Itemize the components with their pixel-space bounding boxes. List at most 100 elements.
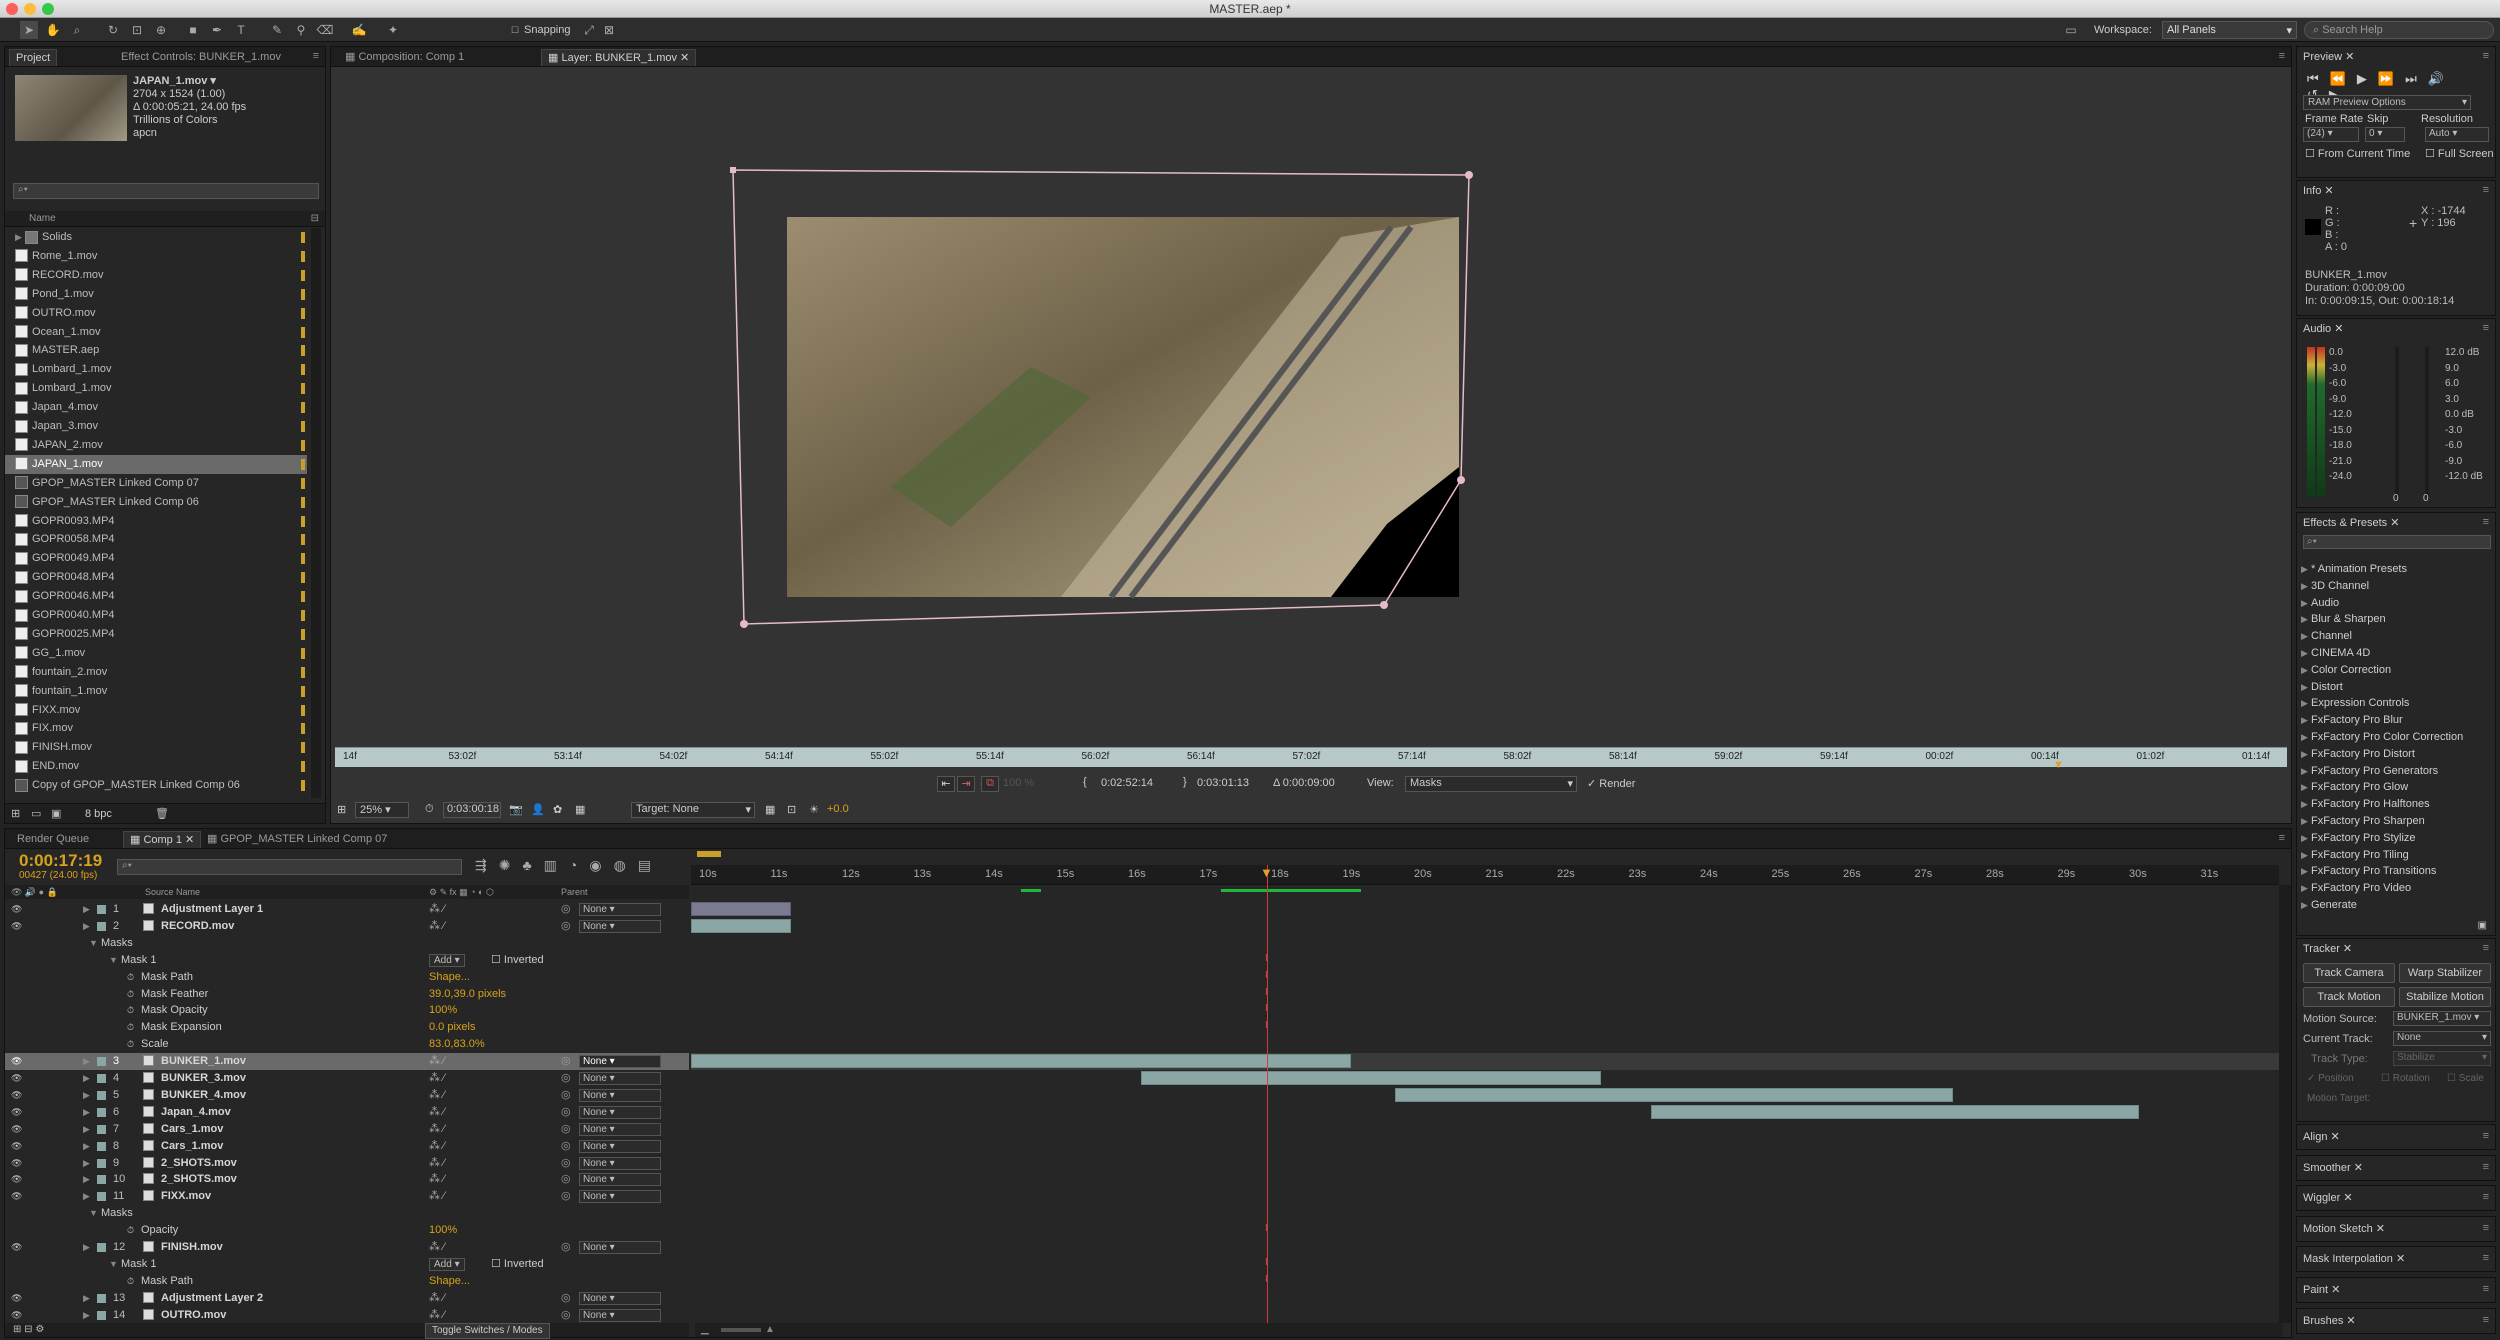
expand-triangle-icon[interactable]: ▶ xyxy=(83,1138,93,1155)
visibility-eye-icon[interactable]: 👁 xyxy=(11,1104,22,1121)
pan-behind-tool-icon[interactable]: ⊕ xyxy=(152,21,170,39)
property-row[interactable]: ⏱ Mask Path Shape... xyxy=(5,1273,689,1290)
stopwatch-icon[interactable]: ⏱ xyxy=(127,1036,134,1053)
stopwatch-icon[interactable]: ⏱ xyxy=(127,1222,134,1239)
collapsed-panel-menu-icon[interactable]: ≡ xyxy=(2483,1161,2489,1173)
eraser-tool-icon[interactable]: ⌫ xyxy=(316,21,334,39)
set-out-point-icon[interactable]: ⇥ xyxy=(957,776,975,792)
layer-name[interactable]: Cars_1.mov xyxy=(161,1121,223,1138)
audio-menu-icon[interactable]: ≡ xyxy=(2483,322,2489,334)
parent-dropdown[interactable]: None ▾ xyxy=(579,919,661,933)
warp-stabilizer-button[interactable]: Warp Stabilizer xyxy=(2399,963,2491,983)
toggle-switches-modes-button[interactable]: Toggle Switches / Modes xyxy=(425,1323,550,1339)
pick-whip-icon[interactable]: ◎ xyxy=(561,1155,571,1172)
expand-triangle-icon[interactable]: ▶ xyxy=(2301,628,2311,645)
layer-name[interactable]: BUNKER_1.mov xyxy=(161,1053,246,1070)
effects-category-item[interactable]: ▶ FxFactory Pro Halftones xyxy=(2301,796,2430,813)
layer-row[interactable]: 👁 ▶ 4 BUNKER_3.mov ⁂ ⁄ ◎ None ▾ xyxy=(5,1070,689,1087)
label-color-swatch[interactable] xyxy=(97,1124,106,1134)
zoom-slider[interactable] xyxy=(721,1328,761,1332)
audio-icon[interactable]: 🔊 xyxy=(2428,71,2455,86)
expand-triangle-icon[interactable]: ▶ xyxy=(83,1155,93,1172)
list-item[interactable]: Lombard_1.mov xyxy=(5,379,307,398)
expand-triangle-icon[interactable]: ▶ xyxy=(83,1087,93,1104)
pen-tool-icon[interactable]: ✒ xyxy=(208,21,226,39)
effects-category-item[interactable]: ▶ CINEMA 4D xyxy=(2301,645,2370,662)
expand-triangle-icon[interactable]: ▶ xyxy=(2301,695,2311,712)
list-item[interactable]: fountain_1.mov xyxy=(5,682,307,701)
effects-category-item[interactable]: ▶ FxFactory Pro Color Correction xyxy=(2301,729,2463,746)
list-item[interactable]: FINISH.mov xyxy=(5,738,307,757)
parent-dropdown[interactable]: None ▾ xyxy=(579,1088,661,1102)
expand-triangle-icon[interactable]: ▶ xyxy=(83,1239,93,1256)
expand-triangle-icon[interactable]: ▶ xyxy=(83,1290,93,1307)
stopwatch-icon[interactable]: ⏱ xyxy=(127,986,134,1003)
effects-category-item[interactable]: ▶ Generate xyxy=(2301,897,2357,914)
property-value[interactable]: 83.0,83.0% xyxy=(429,1036,485,1053)
visibility-eye-icon[interactable]: 👁 xyxy=(11,1155,22,1172)
track-camera-button[interactable]: Track Camera xyxy=(2303,963,2395,983)
collapsed-panel-title[interactable]: Wiggler ✕ xyxy=(2303,1188,2353,1208)
stopwatch-icon[interactable]: ⏱ xyxy=(127,1273,134,1290)
footage-name[interactable]: JAPAN_1.mov ▾ xyxy=(133,75,246,88)
hand-tool-icon[interactable]: ✋ xyxy=(44,21,62,39)
list-item[interactable]: RECORD.mov xyxy=(5,266,307,285)
zoom-tool-icon[interactable]: ⌕ xyxy=(68,21,86,39)
layer-name[interactable]: BUNKER_4.mov xyxy=(161,1087,246,1104)
expand-triangle-icon[interactable]: ▶ xyxy=(2301,779,2311,796)
stabilize-motion-button[interactable]: Stabilize Motion xyxy=(2399,987,2491,1007)
ripple-insert-icon[interactable]: ⧉ xyxy=(981,776,999,792)
pick-whip-icon[interactable]: ◎ xyxy=(561,1121,571,1138)
expand-triangle-icon[interactable]: ▶ xyxy=(83,1121,93,1138)
effects-category-item[interactable]: ▶ FxFactory Pro Blur xyxy=(2301,712,2403,729)
first-frame-icon[interactable]: ⏮ xyxy=(2307,71,2330,86)
visibility-eye-icon[interactable]: 👁 xyxy=(11,1138,22,1155)
layer-name[interactable]: FINISH.mov xyxy=(161,1239,223,1256)
list-item[interactable]: Rome_1.mov xyxy=(5,247,307,266)
layer-switches[interactable]: ⁂ ⁄ xyxy=(429,1104,445,1121)
list-item[interactable]: JAPAN_1.mov xyxy=(5,454,307,474)
pick-whip-icon[interactable]: ◎ xyxy=(561,1188,571,1205)
property-row[interactable]: ⏱ Mask Expansion 0.0 pixels xyxy=(5,1019,689,1036)
layer-name[interactable]: 2_SHOTS.mov xyxy=(161,1155,237,1172)
label-color-swatch[interactable] xyxy=(301,477,305,489)
selection-tool-icon[interactable]: ➤ xyxy=(20,21,38,39)
pick-whip-icon[interactable]: ◎ xyxy=(561,1171,571,1188)
viewer-menu-icon[interactable]: ≡ xyxy=(2279,50,2285,62)
always-preview-icon[interactable]: ⊞ xyxy=(337,803,346,816)
stopwatch-icon[interactable]: ⏱ xyxy=(127,1002,134,1019)
comp-mini-flowchart-icon[interactable]: ⇶ xyxy=(475,857,499,873)
list-item[interactable]: OUTRO.mov xyxy=(5,304,307,323)
collapsed-panel-title[interactable]: Paint ✕ xyxy=(2303,1280,2340,1300)
label-color-swatch[interactable] xyxy=(97,1310,106,1320)
skip-dropdown[interactable]: 0 ▾ xyxy=(2365,127,2405,142)
label-color-swatch[interactable] xyxy=(97,1107,106,1117)
property-row[interactable]: ▼ Mask 1 Add ▾ ☐ Inverted xyxy=(5,952,689,969)
visibility-eye-icon[interactable]: 👁 xyxy=(11,1053,22,1070)
panel-menu-icon[interactable]: ≡ xyxy=(313,50,319,62)
minimize-window-icon[interactable] xyxy=(24,3,36,15)
zoom-in-icon[interactable]: ▲ xyxy=(765,1323,775,1337)
layer-switches[interactable]: ⁂ ⁄ xyxy=(429,1087,445,1104)
clone-stamp-tool-icon[interactable]: ⚲ xyxy=(292,21,310,39)
rotate-tool-icon[interactable]: ↻ xyxy=(104,21,122,39)
layer-row[interactable]: 👁 ▶ 14 OUTRO.mov ⁂ ⁄ ◎ None ▾ xyxy=(5,1307,689,1323)
new-folder-icon[interactable]: ▭ xyxy=(31,804,41,824)
label-color-swatch[interactable] xyxy=(97,1293,106,1303)
stopwatch-icon[interactable]: ⏱ xyxy=(127,1019,134,1036)
expand-icon[interactable]: ⊞ ⊟ ⚙ xyxy=(13,1323,44,1337)
list-item[interactable]: Ocean_1.mov xyxy=(5,323,307,342)
label-color-swatch[interactable] xyxy=(301,628,305,640)
work-area-handles[interactable] xyxy=(691,851,2279,857)
mask-vertex[interactable] xyxy=(1465,171,1473,179)
property-row[interactable]: ⏱ Opacity 100% xyxy=(5,1222,689,1239)
label-color-swatch[interactable] xyxy=(301,232,305,243)
label-color-swatch[interactable] xyxy=(97,921,106,931)
tab-effect-controls[interactable]: Effect Controls: BUNKER_1.mov xyxy=(115,49,287,66)
expand-triangle-icon[interactable]: ▶ xyxy=(15,228,25,247)
label-color-swatch[interactable] xyxy=(97,1090,106,1100)
label-color-swatch[interactable] xyxy=(301,761,305,773)
collapsed-panel-title[interactable]: Mask Interpolation ✕ xyxy=(2303,1249,2405,1269)
collapsed-panel[interactable]: Motion Sketch ✕ ≡ xyxy=(2296,1215,2496,1242)
expand-triangle-icon[interactable]: ▶ xyxy=(2301,729,2311,746)
